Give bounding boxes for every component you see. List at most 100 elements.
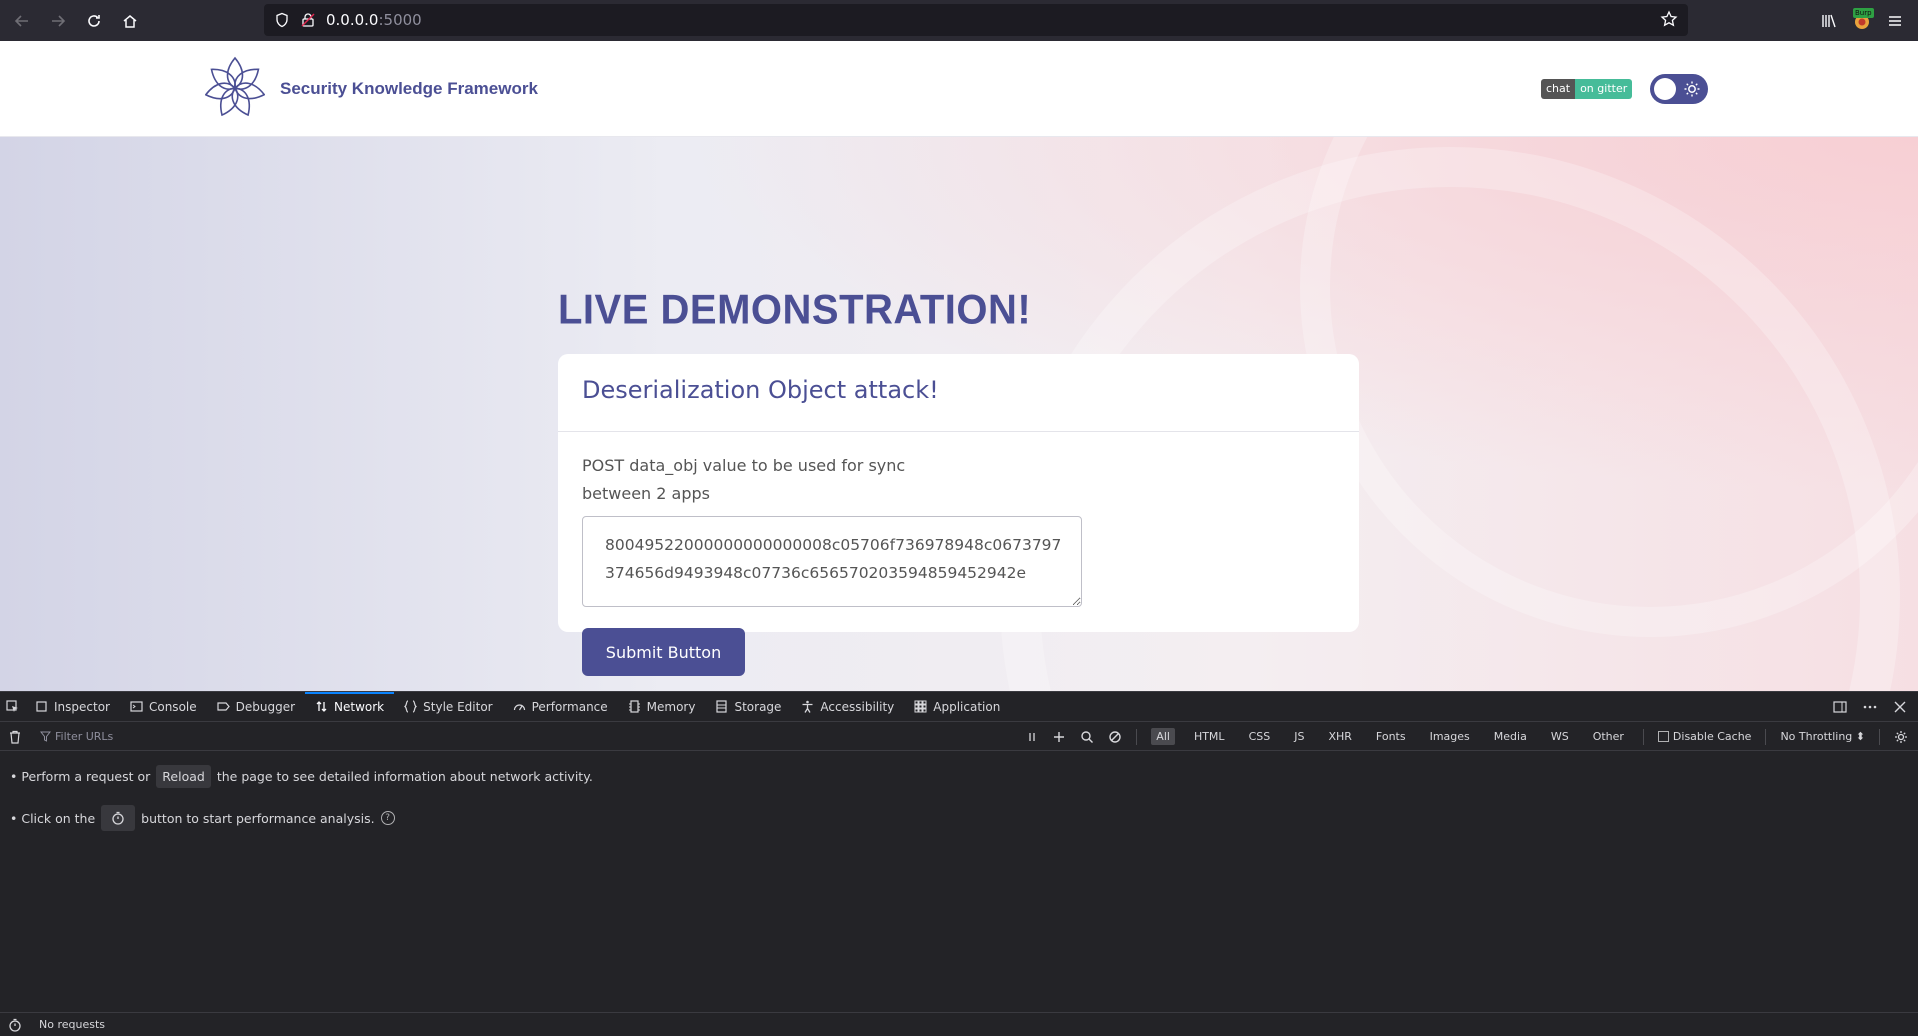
devtools-tabbar: Inspector Console Debugger Network Style… [0, 692, 1918, 722]
hero-section: LIVE DEMONSTRATION! Deserialization Obje… [0, 137, 1918, 691]
devtools-statusbar: No requests [0, 1012, 1918, 1036]
tab-performance[interactable]: Performance [503, 692, 618, 722]
filter-urls-input[interactable]: Filter URLs [55, 730, 113, 743]
network-hint-reload: • Perform a request or Reload the page t… [10, 765, 593, 788]
filter-all[interactable]: All [1151, 728, 1175, 745]
tab-storage[interactable]: Storage [705, 692, 791, 722]
filter-other[interactable]: Other [1588, 728, 1629, 745]
tab-memory[interactable]: Memory [618, 692, 706, 722]
inspector-icon [36, 701, 47, 712]
console-icon [130, 701, 143, 712]
checkbox-box [1657, 731, 1669, 742]
hint-text: button to start performance analysis. [141, 810, 375, 826]
stopwatch-icon [112, 811, 124, 825]
tab-label: Application [933, 699, 1001, 714]
theme-toggle[interactable] [1650, 74, 1708, 104]
library-icon[interactable] [1820, 12, 1838, 30]
filter-images[interactable]: Images [1425, 728, 1475, 745]
devtools-panel: Inspector Console Debugger Network Style… [0, 691, 1918, 1036]
tab-application[interactable]: Application [904, 692, 1010, 722]
brand-name[interactable]: Security Knowledge Framework [280, 79, 538, 99]
gitter-badge-right: on gitter [1575, 79, 1633, 99]
filter-js[interactable]: JS [1289, 728, 1309, 745]
arrow-left-icon [14, 14, 28, 27]
more-options-icon[interactable] [1862, 699, 1878, 715]
url-port: :5000 [378, 11, 422, 29]
filter-css[interactable]: CSS [1244, 728, 1276, 745]
filter-funnel-icon [40, 731, 51, 742]
tab-label: Accessibility [820, 699, 895, 714]
separator [1136, 728, 1138, 745]
sun-icon [1684, 81, 1700, 97]
gitter-badge-left: chat [1541, 79, 1576, 99]
tab-label: Style Editor [423, 699, 493, 714]
menu-icon[interactable] [1886, 12, 1904, 30]
filter-xhr[interactable]: XHR [1323, 728, 1356, 745]
filter-html[interactable]: HTML [1189, 728, 1230, 745]
card-body: POST data_obj value to be used for sync … [558, 432, 1359, 691]
gear-icon[interactable] [1894, 730, 1908, 744]
toggle-knob [1654, 78, 1676, 100]
burp-extension-button[interactable]: Burp [1852, 7, 1874, 31]
data-obj-textarea[interactable]: 80049522000000000000008c05706f736978948c… [582, 516, 1082, 607]
network-icon [316, 701, 327, 712]
close-icon[interactable] [1892, 699, 1908, 715]
element-picker-button[interactable] [0, 692, 25, 722]
performance-icon [513, 704, 525, 711]
disable-cache-checkbox[interactable]: Disable Cache [1657, 730, 1751, 743]
help-icon[interactable]: ? [380, 811, 395, 825]
trash-icon[interactable] [8, 730, 22, 744]
style-editor-icon [404, 700, 418, 713]
throttling-select[interactable]: No Throttling ⬍ [1780, 730, 1865, 743]
hint-text: the page to see detailed information abo… [216, 769, 593, 784]
url-bar[interactable]: 0.0.0.0:5000 [264, 4, 1688, 36]
hint-text: • Click on the [10, 810, 96, 826]
reload-button[interactable] [76, 3, 112, 39]
filter-ws[interactable]: WS [1546, 728, 1574, 745]
submit-button[interactable]: Submit Button [582, 628, 745, 676]
card-description: POST data_obj value to be used for sync … [582, 456, 906, 503]
filter-media[interactable]: Media [1489, 728, 1532, 745]
card-header: Deserialization Object attack! [558, 354, 1359, 432]
network-hint-performance: • Click on the button to start performan… [10, 805, 395, 831]
forward-button[interactable] [40, 3, 76, 39]
lock-icon[interactable] [300, 12, 316, 28]
tab-debugger[interactable]: Debugger [207, 692, 305, 722]
separator [1642, 728, 1644, 745]
pause-icon[interactable] [1026, 731, 1038, 743]
tab-console[interactable]: Console [120, 692, 207, 722]
tab-network[interactable]: Network [305, 692, 394, 722]
hint-text: • Perform a request or [10, 769, 151, 784]
tab-accessibility[interactable]: Accessibility [791, 692, 904, 722]
tab-inspector[interactable]: Inspector [25, 692, 120, 722]
shield-icon[interactable] [274, 12, 290, 28]
card-title: Deserialization Object attack! [582, 376, 939, 404]
tab-label: Performance [531, 699, 608, 714]
performance-analysis-button[interactable] [101, 805, 136, 831]
block-icon[interactable] [1108, 730, 1122, 744]
reload-page-button[interactable]: Reload [156, 765, 211, 788]
site-header: Security Knowledge Framework chat on git… [0, 41, 1918, 137]
application-icon [914, 700, 927, 713]
page-title: LIVE DEMONSTRATION! [558, 286, 1032, 334]
tab-label: Network [334, 699, 385, 714]
accessibility-icon [802, 700, 813, 713]
arrow-right-icon [52, 14, 66, 27]
page-viewport: Security Knowledge Framework chat on git… [0, 41, 1918, 691]
dock-side-icon[interactable] [1832, 699, 1848, 715]
tab-label: Debugger [235, 699, 296, 714]
demo-card: Deserialization Object attack! POST data… [558, 354, 1359, 676]
url-text: 0.0.0.0:5000 [326, 11, 422, 29]
filter-fonts[interactable]: Fonts [1371, 728, 1411, 745]
extension-badge: Burp [1853, 7, 1874, 18]
flower-logo-icon[interactable] [205, 55, 265, 121]
search-icon[interactable] [1080, 730, 1094, 744]
gitter-badge[interactable]: chat on gitter [1541, 79, 1633, 99]
plus-icon[interactable] [1052, 730, 1066, 744]
tab-label: Storage [734, 699, 782, 714]
bookmark-star-icon[interactable] [1660, 10, 1678, 28]
back-button[interactable] [4, 3, 40, 39]
tab-style-editor[interactable]: Style Editor [394, 692, 502, 722]
stopwatch-icon[interactable] [8, 1018, 22, 1032]
home-button[interactable] [112, 3, 148, 39]
